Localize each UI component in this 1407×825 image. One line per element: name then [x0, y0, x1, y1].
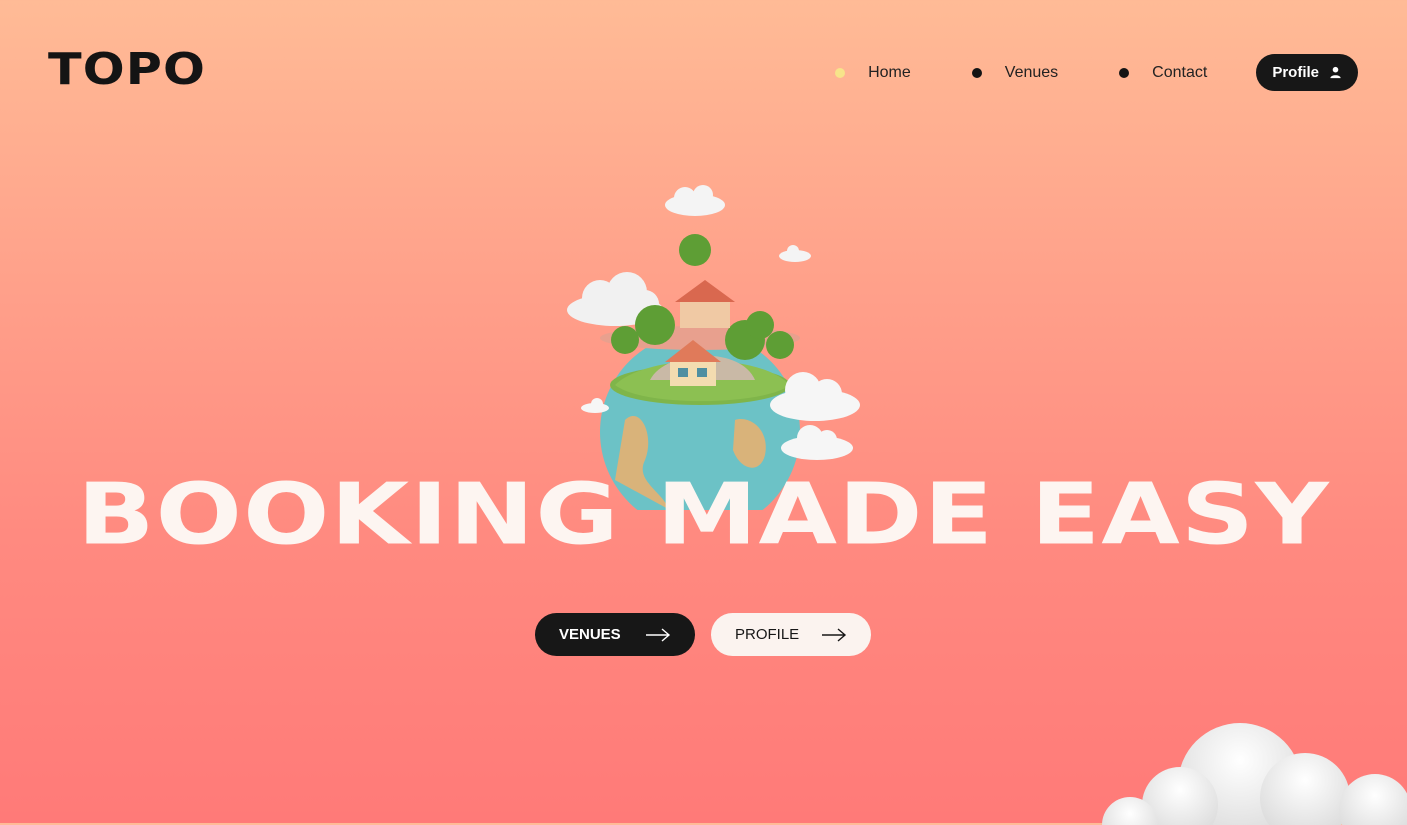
arrow-right-icon — [646, 627, 671, 642]
profile-cta-label: PROFILE — [735, 626, 800, 643]
nav-item-contact-label: Contact — [1152, 63, 1208, 81]
venues-button-label: VENUES — [559, 626, 621, 643]
brand-logo[interactable]: TOPO — [48, 44, 206, 95]
profile-button[interactable]: Profile — [1256, 54, 1358, 91]
main-nav: Home Venues Contact Profile — [835, 54, 1358, 91]
cloud-icon — [1102, 723, 1407, 825]
dot-icon — [971, 67, 982, 78]
nav-item-venues[interactable]: Venues — [971, 63, 1059, 82]
hero-headline: BOOKING MADE EASY — [77, 466, 1330, 564]
nav-item-contact[interactable]: Contact — [1119, 64, 1207, 82]
cloud-icon — [581, 398, 609, 413]
dot-icon — [1119, 67, 1130, 78]
cloud-icon — [665, 185, 725, 216]
profile-cta-button[interactable]: PROFILE — [711, 613, 871, 656]
active-dot-icon — [835, 67, 846, 78]
globe-island-illustration — [567, 185, 860, 510]
profile-button-label: Profile — [1272, 64, 1319, 81]
nav-item-home[interactable]: Home — [835, 64, 911, 82]
arrow-right-icon — [822, 627, 847, 642]
user-icon — [1330, 66, 1341, 79]
nav-item-home-label: Home — [868, 63, 911, 81]
nav-item-venues-label: Venues — [1004, 63, 1059, 81]
venues-button[interactable]: VENUES — [535, 613, 695, 656]
cloud-icon — [779, 245, 811, 262]
